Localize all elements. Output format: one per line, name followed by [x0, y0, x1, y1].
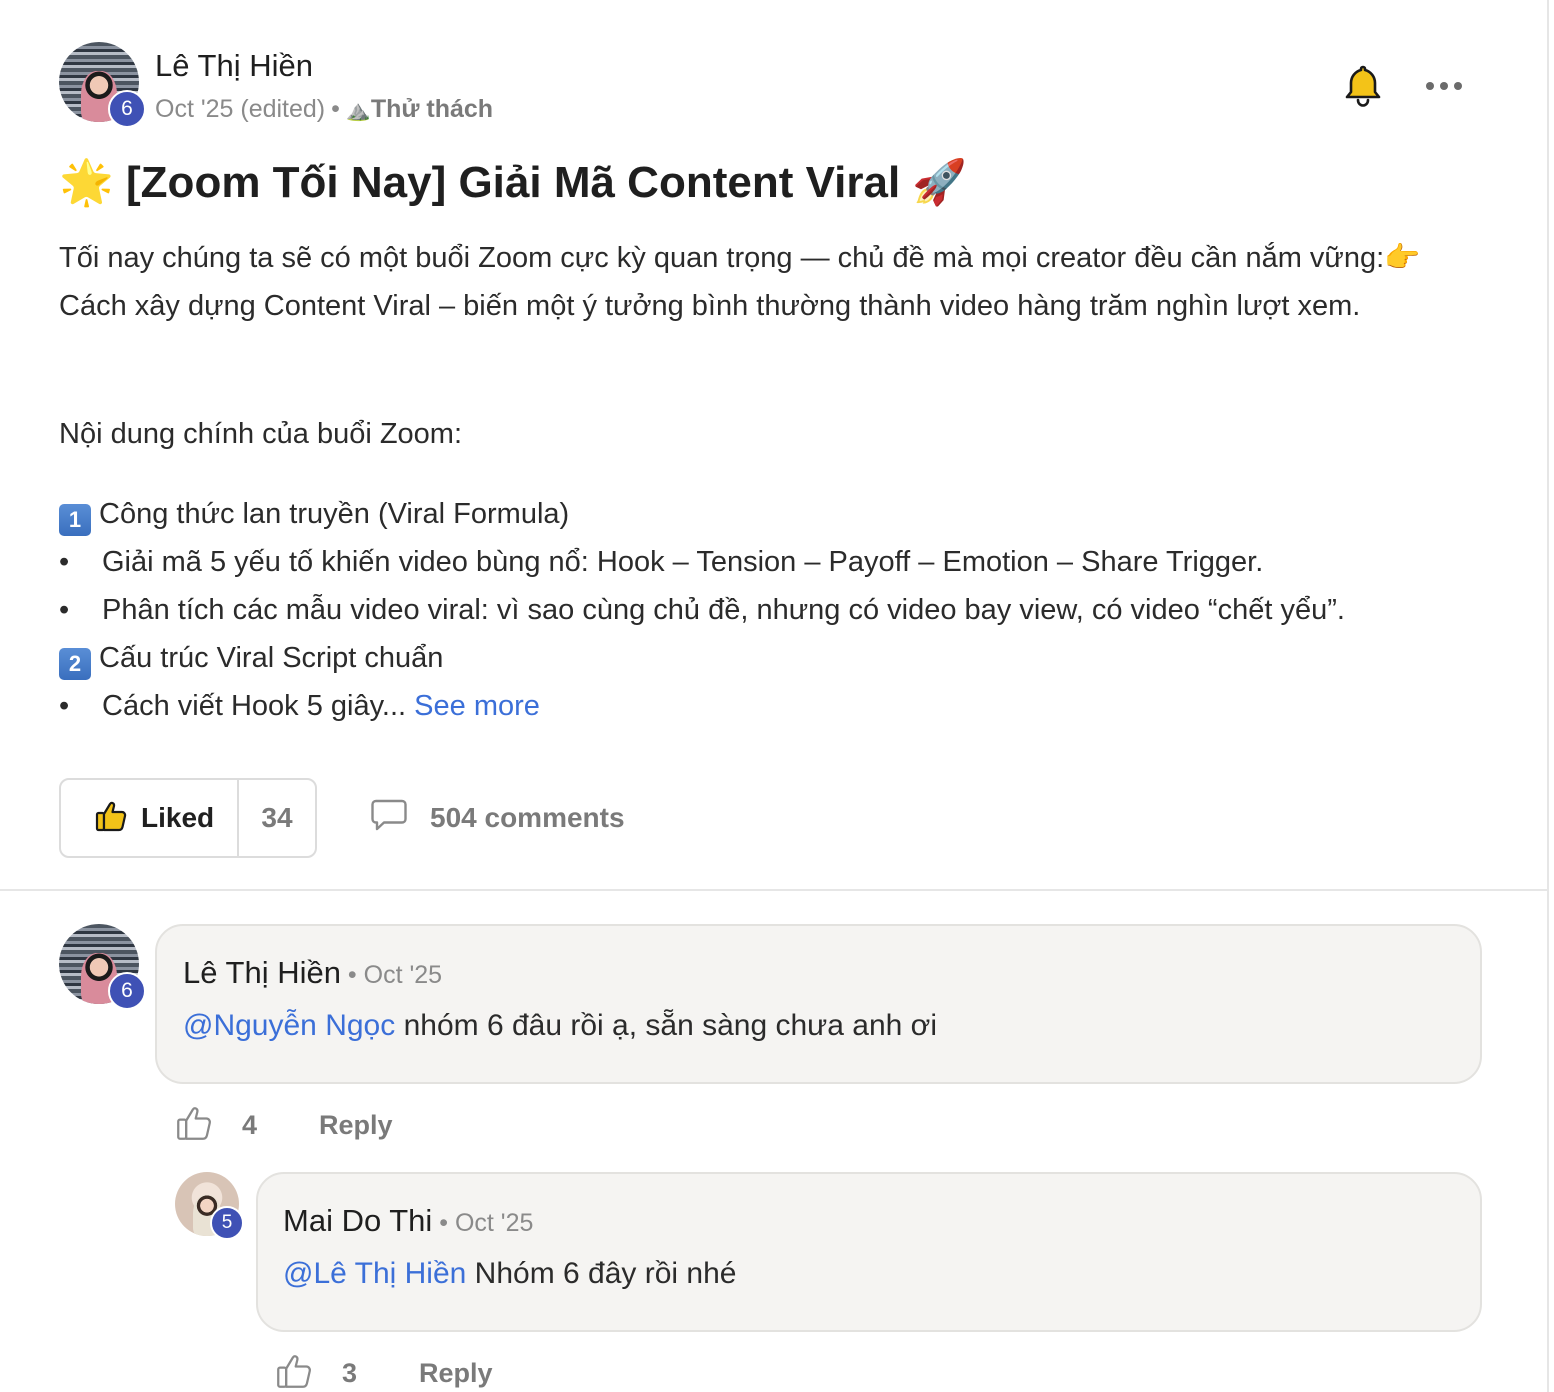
comment-bubble-icon [370, 798, 408, 837]
keycap-2-icon: 2 [59, 648, 91, 680]
post-title: 🌟 [Zoom Tối Nay] Giải Mã Content Viral 🚀 [59, 156, 967, 208]
bell-icon[interactable] [1344, 64, 1382, 108]
comment-date: Oct '25 [454, 1209, 534, 1237]
comment-like-count: 3 [342, 1358, 358, 1388]
reply-button[interactable]: Reply [419, 1358, 493, 1389]
mention-link[interactable]: @Lê Thị Hiền [283, 1257, 466, 1290]
mention-link[interactable]: @Nguyễn Ngọc [183, 1009, 395, 1042]
reply-button[interactable]: Reply [319, 1110, 393, 1141]
bullet-text: Giải mã 5 yếu tố khiến video bùng nổ: Ho… [102, 546, 1264, 578]
comment-bubble [155, 924, 1482, 1084]
post-intro: Tối nay chúng ta sẽ có một buổi Zoom cực… [59, 242, 1421, 322]
comment-header: Lê Thị Hiền • Oct '25 [183, 955, 443, 990]
thumbs-up-icon[interactable] [276, 1353, 312, 1392]
scrollbar-track[interactable] [1547, 0, 1549, 1392]
comment-like-count: 4 [242, 1110, 258, 1140]
more-horizontal-icon[interactable] [1424, 78, 1464, 94]
post-page: 6 Lê Thị Hiền Oct '25 (edited) • ⛰️Thử thá… [0, 0, 1554, 1392]
item-1-heading: 1 Công thức lan truyền (Viral Formula) [59, 490, 1479, 538]
like-count[interactable]: 34 [239, 780, 315, 856]
comment-author-name[interactable]: Mai Do Thi [283, 1203, 432, 1238]
comment-author-name[interactable]: Lê Thị Hiền [183, 955, 341, 990]
comment-text: @Nguyễn Ngọc nhóm 6 đâu rồi ạ, sẵn sàng … [183, 1009, 937, 1042]
comment-actions: 4 Reply [176, 1105, 393, 1146]
post-date: Oct '25 (edited) [155, 95, 326, 123]
comment-date: Oct '25 [363, 961, 443, 989]
comment-header: Mai Do Thi • Oct '25 [283, 1203, 534, 1238]
level-badge: 6 [108, 972, 146, 1010]
keycap-1-icon: 1 [59, 504, 91, 536]
comments-button[interactable]: 504 comments [370, 798, 625, 837]
post-category[interactable]: Thử thách [371, 95, 493, 123]
post-title-text: [Zoom Tối Nay] Giải Mã Content Viral [126, 158, 901, 207]
like-widget: Liked 34 [59, 778, 317, 858]
level-badge: 6 [108, 90, 146, 128]
rocket-emoji: 🚀 [912, 158, 968, 207]
item-2-heading: 2 Cấu trúc Viral Script chuẩn [59, 634, 1479, 682]
thumbs-up-icon [95, 800, 127, 837]
comments-count-label: 504 comments [430, 801, 625, 833]
comment-bubble [256, 1172, 1482, 1332]
comment-text: @Lê Thị Hiền Nhóm 6 đây rồi nhé [283, 1257, 737, 1290]
thumbs-up-icon[interactable] [176, 1105, 212, 1146]
see-more-link[interactable]: See more [414, 690, 540, 722]
section-divider [0, 889, 1547, 891]
item-2-title: Cấu trúc Viral Script chuẩn [99, 642, 444, 674]
post-meta: Oct '25 (edited) • ⛰️Thử thách [155, 95, 493, 124]
comment-actions: 3 Reply [276, 1353, 493, 1392]
star-emoji: 🌟 [59, 158, 114, 207]
level-badge: 5 [210, 1206, 244, 1240]
meta-separator: • [331, 95, 340, 123]
category-icon: ⛰️ [345, 100, 371, 122]
post-author-name[interactable]: Lê Thị Hiền [155, 48, 313, 84]
liked-label: Liked [141, 802, 215, 833]
like-button[interactable]: Liked [61, 780, 239, 856]
bullet-text: Cách viết Hook 5 giây... [102, 690, 407, 722]
section-heading: Nội dung chính của buổi Zoom: [59, 418, 463, 450]
bullet-text: Phân tích các mẫu video viral: vì sao cù… [102, 594, 1345, 626]
item-1-title: Công thức lan truyền (Viral Formula) [99, 498, 570, 530]
